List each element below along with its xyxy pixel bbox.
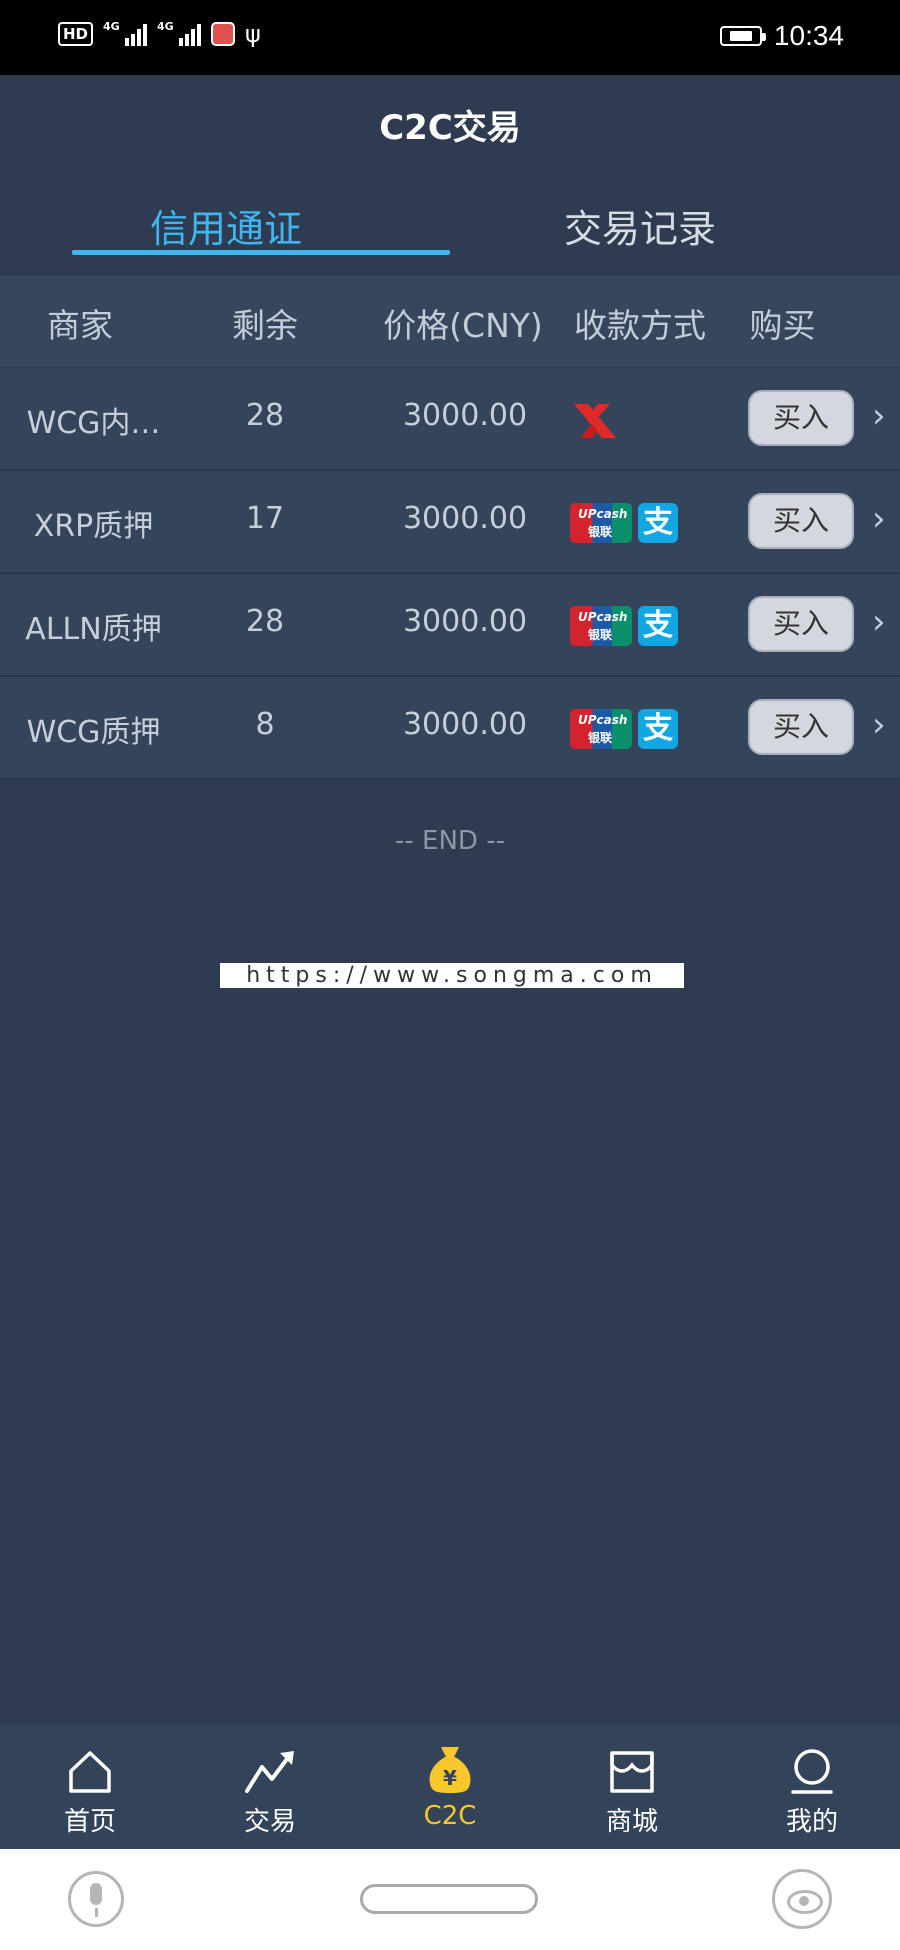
column-header-merchant: 商家 [47, 306, 113, 345]
unionpay-top-label: UPcash [578, 507, 628, 521]
buy-button[interactable]: 买入 [748, 596, 854, 652]
buy-button[interactable]: 买入 [748, 390, 854, 446]
price-value: 3000.00 [402, 604, 528, 639]
nav-item-c2c[interactable]: ¥ C2C [390, 1745, 510, 1831]
table-row[interactable]: WCG内… 28 3000.00 买入 › [0, 368, 900, 471]
home-icon [69, 1751, 111, 1793]
payment-methods [570, 400, 730, 442]
money-bag-icon: ¥ [429, 1747, 471, 1793]
network-type-label: 4G [157, 20, 174, 33]
buy-button[interactable]: 买入 [748, 493, 854, 549]
page-title: C2C交易 [379, 108, 521, 148]
usb-icon: ψ [245, 20, 261, 48]
app-notification-icon [211, 22, 236, 46]
list-end-marker: -- END -- [395, 826, 505, 856]
status-left: HD 4G 4G ψ [58, 20, 261, 48]
price-value: 3000.00 [402, 501, 528, 536]
column-header-price: 价格(CNY) [383, 306, 543, 345]
alipay-icon: 支 [638, 709, 678, 749]
chevron-right-icon[interactable]: › [872, 499, 886, 539]
microphone-icon[interactable] [68, 1871, 124, 1927]
eye-icon[interactable] [772, 1869, 832, 1929]
nav-item-mall[interactable]: 商城 [572, 1745, 692, 1838]
tab-credit-token[interactable]: 信用通证 [36, 198, 416, 253]
unionpay-icon: UPcash 银联 [570, 606, 632, 646]
trend-icon [245, 1751, 294, 1793]
column-header-payment: 收款方式 [574, 306, 706, 345]
nav-item-trade[interactable]: 交易 [210, 1745, 330, 1838]
active-tab-indicator [72, 250, 450, 255]
tab-trade-records[interactable]: 交易记录 [450, 198, 830, 253]
merchant-name: WCG质押 [26, 715, 161, 750]
status-bar: HD 4G 4G ψ 10:34 [0, 0, 900, 75]
unionpay-icon: UPcash 银联 [570, 709, 632, 749]
watermark: https://www.songma.com [220, 963, 684, 988]
signal-icon: 4G [103, 20, 148, 46]
profile-icon [791, 1749, 833, 1794]
nav-label: 商城 [605, 1807, 658, 1837]
nav-label: 首页 [63, 1807, 116, 1837]
svg-text:¥: ¥ [443, 1766, 457, 1790]
signal-icon: 4G [157, 20, 202, 46]
home-gesture-bar[interactable] [360, 1884, 538, 1914]
nav-label: 交易 [243, 1807, 296, 1837]
nav-item-home[interactable]: 首页 [30, 1745, 150, 1838]
table-header: 商家 剩余 价格(CNY) 收款方式 购买 [0, 275, 900, 367]
unionpay-icon: UPcash 银联 [570, 503, 632, 543]
price-value: 3000.00 [402, 707, 528, 742]
merchant-name: ALLN质押 [25, 612, 162, 647]
unionpay-bottom-label: 银联 [588, 525, 613, 539]
nav-item-me[interactable]: 我的 [752, 1745, 872, 1838]
tab-bar: 信用通证 交易记录 [0, 190, 900, 260]
table-row[interactable]: XRP质押 17 3000.00 UPcash 银联 支 买入 › [0, 471, 900, 574]
system-nav-bar [0, 1849, 900, 1950]
payment-methods: UPcash 银联 支 [570, 503, 730, 543]
payment-methods: UPcash 银联 支 [570, 709, 730, 749]
status-right: 10:34 [719, 20, 844, 52]
alipay-icon: 支 [638, 503, 678, 543]
table-row[interactable]: WCG质押 8 3000.00 UPcash 银联 支 买入 › [0, 677, 900, 780]
payment-methods: UPcash 银联 支 [570, 606, 730, 646]
unionpay-top-label: UPcash [578, 713, 628, 727]
remaining-count: 28 [245, 398, 285, 433]
nav-label: 我的 [785, 1807, 838, 1837]
network-type-label: 4G [103, 20, 120, 33]
x-pay-icon [574, 404, 616, 438]
nav-label: C2C [423, 1801, 477, 1831]
hd-badge: HD [58, 22, 94, 46]
remaining-count: 17 [245, 501, 285, 536]
price-value: 3000.00 [402, 398, 528, 433]
store-icon [610, 1751, 654, 1793]
merchant-name: WCG内… [26, 406, 161, 441]
column-header-buy: 购买 [749, 306, 816, 345]
remaining-count: 8 [255, 707, 275, 742]
status-time: 10:34 [773, 20, 844, 51]
remaining-count: 28 [245, 604, 285, 639]
column-header-remaining: 剩余 [232, 306, 298, 345]
offer-list: WCG内… 28 3000.00 买入 › XRP质押 17 3000.00 U… [0, 368, 900, 780]
chevron-right-icon[interactable]: › [872, 705, 886, 745]
merchant-name: XRP质押 [33, 509, 154, 544]
chevron-right-icon[interactable]: › [872, 602, 886, 642]
bottom-nav: 首页 交易 ¥ C2C 商城 我的 [0, 1725, 900, 1849]
buy-button[interactable]: 买入 [748, 699, 854, 755]
table-row[interactable]: ALLN质押 28 3000.00 UPcash 银联 支 买入 › [0, 574, 900, 677]
alipay-icon: 支 [638, 606, 678, 646]
battery-icon [719, 26, 766, 46]
chevron-right-icon[interactable]: › [872, 396, 886, 436]
unionpay-bottom-label: 银联 [588, 628, 613, 642]
unionpay-bottom-label: 银联 [588, 731, 613, 745]
unionpay-top-label: UPcash [578, 610, 628, 624]
